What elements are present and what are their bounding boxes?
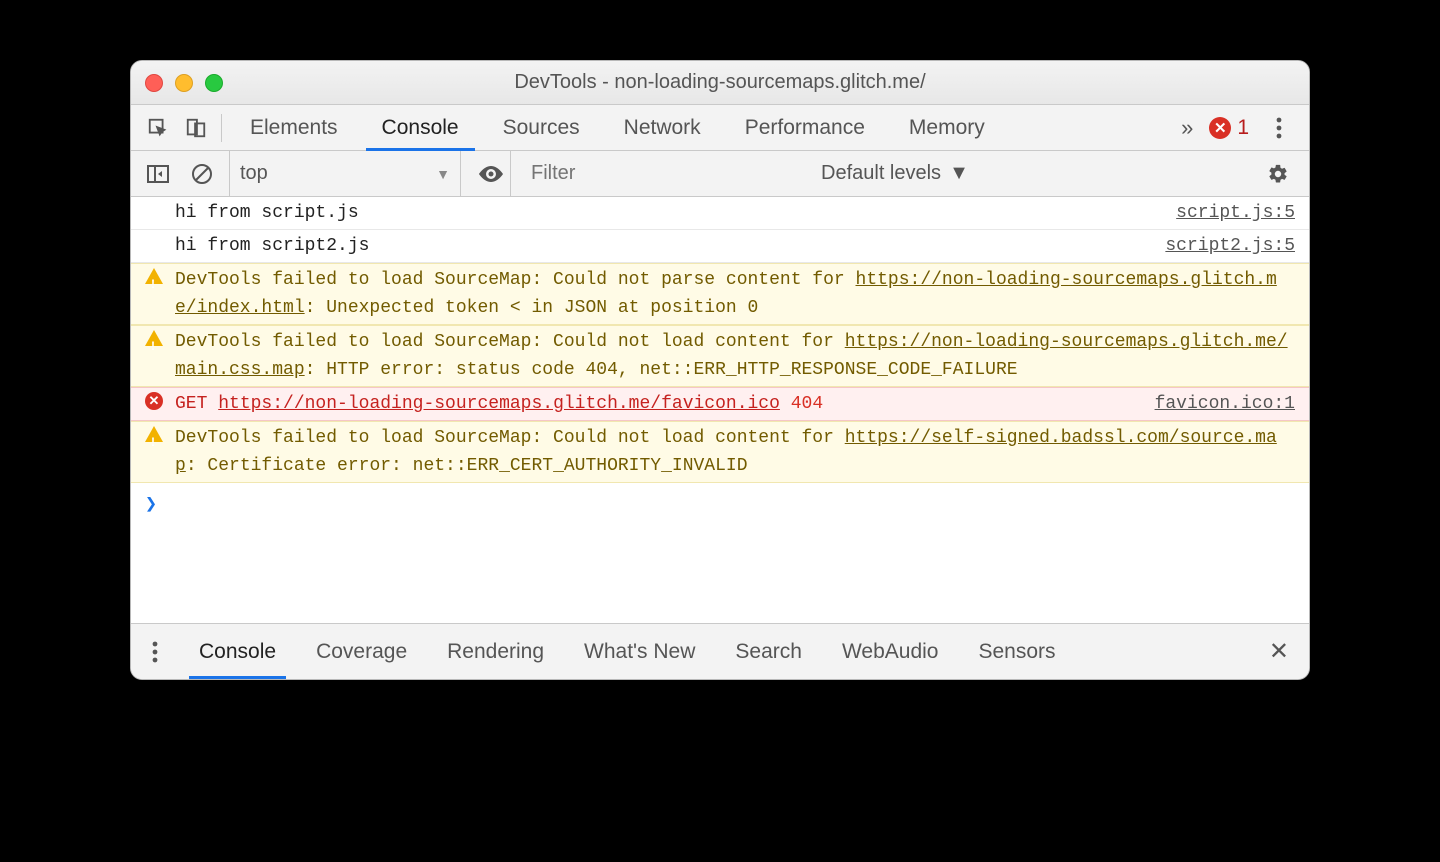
main-tabstrip: Elements Console Sources Network Perform… [131,105,1309,151]
error-icon: ✕ [1209,117,1231,139]
error-icon: ✕ [145,392,165,412]
warning-icon [145,268,165,288]
warning-row: DevTools failed to load SourceMap: Could… [131,263,1309,325]
zoom-window-button[interactable] [205,74,223,92]
log-row: hi from script2.js script2.js:5 [131,230,1309,263]
drawer-tab-rendering[interactable]: Rendering [427,624,564,679]
drawer-tab-coverage[interactable]: Coverage [296,624,427,679]
log-row: hi from script.js script.js:5 [131,197,1309,230]
log-message: DevTools failed to load SourceMap: Could… [175,424,1295,480]
more-tabs-icon[interactable]: » [1181,115,1193,141]
error-count-badge[interactable]: ✕ 1 [1209,116,1249,140]
chevron-down-icon: ▼ [436,166,450,182]
console-toolbar: top ▼ Default levels ▼ [131,151,1309,197]
error-count: 1 [1237,116,1249,140]
log-levels-selector[interactable]: Default levels ▼ [811,162,979,185]
tab-sources[interactable]: Sources [481,105,602,150]
chevron-down-icon: ▼ [949,162,969,185]
drawer-close-icon[interactable]: ✕ [1259,637,1299,666]
tab-separator [221,114,222,142]
log-message: GET https://non-loading-sourcemaps.glitc… [175,390,1135,418]
execution-context-selector[interactable]: top ▼ [229,151,461,196]
log-url-link[interactable]: https://non-loading-sourcemaps.glitch.me… [218,394,780,414]
titlebar: DevTools - non-loading-sourcemaps.glitch… [131,61,1309,105]
tab-console[interactable]: Console [360,105,481,150]
log-source-link[interactable]: favicon.ico:1 [1135,390,1295,418]
warning-row: DevTools failed to load SourceMap: Could… [131,325,1309,387]
drawer-tab-webaudio[interactable]: WebAudio [822,624,959,679]
error-row: ✕ GET https://non-loading-sourcemaps.gli… [131,387,1309,421]
inspect-element-icon[interactable] [139,105,177,150]
log-message: hi from script.js [175,199,1156,227]
toggle-console-sidebar-icon[interactable] [141,157,175,191]
minimize-window-button[interactable] [175,74,193,92]
clear-console-icon[interactable] [185,157,219,191]
close-window-button[interactable] [145,74,163,92]
warning-icon [145,426,165,446]
console-settings-icon[interactable] [1257,163,1299,185]
tab-network[interactable]: Network [602,105,723,150]
devtools-window: DevTools - non-loading-sourcemaps.glitch… [130,60,1310,680]
log-source-link[interactable]: script2.js:5 [1145,232,1295,260]
warning-icon [145,330,165,350]
filter-input[interactable] [531,162,791,185]
tab-performance[interactable]: Performance [723,105,887,150]
warning-row: DevTools failed to load SourceMap: Could… [131,421,1309,483]
drawer-tab-whatsnew[interactable]: What's New [564,624,715,679]
console-log-list: hi from script.js script.js:5 hi from sc… [131,197,1309,623]
device-toolbar-icon[interactable] [177,105,215,150]
drawer-tab-search[interactable]: Search [715,624,822,679]
window-title: DevTools - non-loading-sourcemaps.glitch… [131,71,1309,94]
log-source-link[interactable]: script.js:5 [1156,199,1295,227]
drawer-tabstrip: Console Coverage Rendering What's New Se… [131,623,1309,679]
tab-memory[interactable]: Memory [887,105,1007,150]
log-message: hi from script2.js [175,232,1145,260]
levels-label: Default levels [821,162,941,185]
log-message: DevTools failed to load SourceMap: Could… [175,328,1295,384]
http-status: 404 [791,394,823,414]
console-prompt[interactable]: ❯ [131,483,1309,523]
context-label: top [240,162,268,185]
drawer-tab-console[interactable]: Console [179,624,296,679]
traffic-lights [145,74,223,92]
drawer-tab-sensors[interactable]: Sensors [958,624,1075,679]
main-menu-icon[interactable] [1265,117,1293,139]
tab-elements[interactable]: Elements [228,105,360,150]
live-expression-icon[interactable] [471,151,511,196]
filter-field[interactable] [521,162,801,185]
log-message: DevTools failed to load SourceMap: Could… [175,266,1295,322]
drawer-menu-icon[interactable] [141,641,169,663]
